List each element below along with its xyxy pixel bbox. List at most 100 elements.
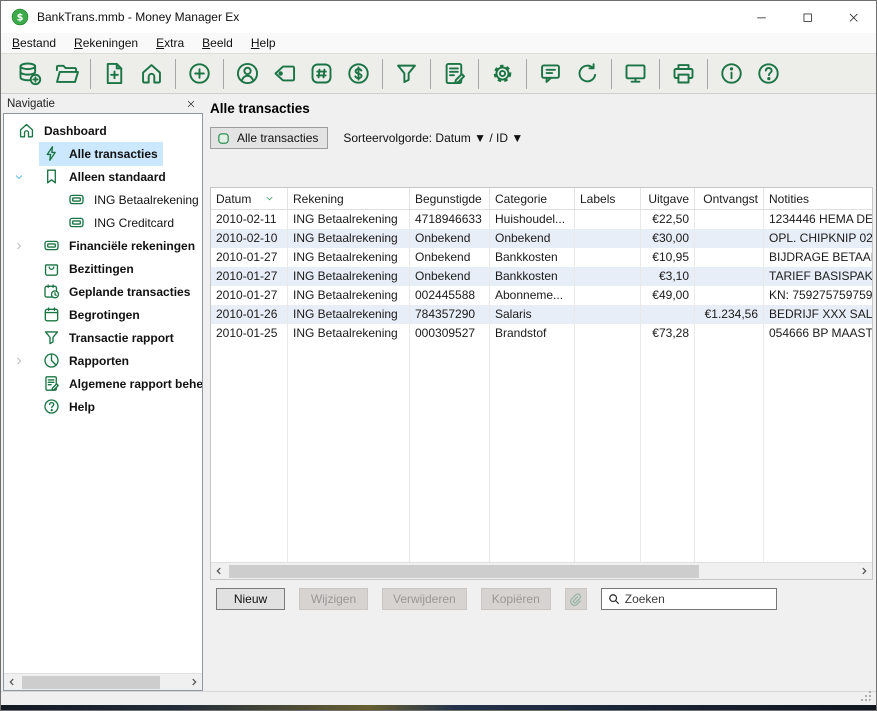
search-input[interactable] — [625, 592, 776, 606]
report-manager-button[interactable] — [436, 57, 473, 91]
verwijderen-button[interactable]: Verwijderen — [382, 588, 467, 610]
sidebar-scroll-track[interactable] — [20, 675, 186, 690]
sidebar-item-label: Help — [69, 400, 95, 414]
sidebar-horizontal-scrollbar[interactable] — [4, 673, 202, 690]
attachment-button[interactable] — [565, 588, 587, 610]
nieuw-button[interactable]: Nieuw — [216, 588, 285, 610]
panel-close-icon[interactable] — [184, 97, 198, 111]
empty-column — [288, 343, 410, 562]
menu-item-bestand[interactable]: Bestand — [3, 33, 65, 53]
cell-uitgave — [641, 305, 695, 324]
sidebar-item-label: Dashboard — [44, 124, 107, 138]
column-header-categorie[interactable]: Categorie — [490, 188, 575, 209]
close-button[interactable] — [830, 1, 876, 33]
currencies-button[interactable] — [340, 57, 377, 91]
transaction-row[interactable]: 2010-01-27ING Betaalrekening002445588Abo… — [211, 286, 872, 305]
cell-rekening: ING Betaalrekening — [288, 267, 410, 286]
scroll-right-icon[interactable] — [186, 675, 202, 690]
feedback-button[interactable] — [532, 57, 569, 91]
categories-button[interactable] — [303, 57, 340, 91]
new-transaction-button[interactable] — [181, 57, 218, 91]
full-screen-button[interactable] — [617, 57, 654, 91]
tree-item-inner: Algemene rapport beheer — [39, 372, 202, 396]
maximize-button[interactable] — [784, 1, 830, 33]
menu-item-help[interactable]: Help — [242, 33, 285, 53]
chevron-down-icon[interactable] — [12, 170, 26, 184]
menu-item-rekeningen[interactable]: Rekeningen — [65, 33, 147, 53]
column-header-notities[interactable]: Notities — [764, 188, 872, 209]
person-icon — [234, 60, 261, 87]
column-header-ontvangst[interactable]: Ontvangst — [695, 188, 764, 209]
tree-item-inner: Begrotingen — [39, 303, 145, 327]
cell-uitgave: €49,00 — [641, 286, 695, 305]
new-file-button[interactable] — [96, 57, 133, 91]
sidebar-scroll-thumb[interactable] — [22, 676, 160, 689]
pie-icon — [41, 351, 61, 371]
sidebar-item-begrotingen[interactable]: Begrotingen — [4, 303, 202, 326]
kopi-ren-button[interactable]: Kopiëren — [481, 588, 551, 610]
sidebar-item-algemene-rapport-beheer[interactable]: Algemene rapport beheer — [4, 372, 202, 395]
chevron-right-icon[interactable] — [12, 354, 26, 368]
print-button[interactable] — [665, 57, 702, 91]
new-database-button[interactable] — [11, 57, 48, 91]
chevron-right-icon[interactable] — [12, 239, 26, 253]
gear-icon — [489, 60, 516, 87]
sidebar-item-financi-le-rekeningen[interactable]: Financiële rekeningen — [4, 234, 202, 257]
desktop-strip — [1, 705, 876, 711]
sidebar-item-rapporten[interactable]: Rapporten — [4, 349, 202, 372]
column-header-label: Datum — [216, 192, 251, 206]
sidebar-item-bezittingen[interactable]: Bezittingen — [4, 257, 202, 280]
sidebar-item-transactie-rapport[interactable]: Transactie rapport — [4, 326, 202, 349]
settings-button[interactable] — [484, 57, 521, 91]
labels-button[interactable] — [266, 57, 303, 91]
transaction-row[interactable]: 2010-01-26ING Betaalrekening784357290Sal… — [211, 305, 872, 324]
sidebar-item-ing-betaalrekening[interactable]: ING Betaalrekening — [4, 188, 202, 211]
cell-rekening: ING Betaalrekening — [288, 286, 410, 305]
cell-notities: TARIEF BASISPAKKE — [764, 267, 872, 286]
open-database-button[interactable] — [48, 57, 85, 91]
about-button[interactable] — [713, 57, 750, 91]
printer-icon — [670, 60, 697, 87]
table-scroll-thumb[interactable] — [229, 565, 699, 578]
column-header-labels[interactable]: Labels — [575, 188, 641, 209]
menu-item-extra[interactable]: Extra — [147, 33, 193, 53]
column-header-datum[interactable]: Datum — [211, 188, 288, 209]
sidebar-item-label: Algemene rapport beheer — [69, 377, 202, 391]
menu-item-beeld[interactable]: Beeld — [193, 33, 242, 53]
resize-grip[interactable] — [870, 700, 872, 702]
transaction-filter-button[interactable] — [388, 57, 425, 91]
scroll-left-icon[interactable] — [211, 564, 227, 579]
tree-item-inner: Alle transacties — [39, 142, 163, 166]
sidebar-item-label: Geplande transacties — [69, 285, 190, 299]
transaction-row[interactable]: 2010-02-11ING Betaalrekening4718946633Hu… — [211, 210, 872, 229]
cell-ontvangst — [695, 210, 764, 229]
sidebar-item-geplande-transacties[interactable]: Geplande transacties — [4, 280, 202, 303]
scroll-left-icon[interactable] — [4, 675, 20, 690]
column-header-begunstigde[interactable]: Begunstigde — [410, 188, 490, 209]
help-button[interactable] — [750, 57, 787, 91]
search-box — [601, 588, 777, 610]
wijzigen-button[interactable]: Wijzigen — [299, 588, 368, 610]
sidebar-item-alleen-standaard[interactable]: Alleen standaard — [4, 165, 202, 188]
table-scroll-track[interactable] — [227, 564, 856, 579]
filter-button[interactable]: Alle transacties — [210, 127, 328, 149]
refresh-button[interactable] — [569, 57, 606, 91]
scroll-right-icon[interactable] — [856, 564, 872, 579]
minimize-button[interactable] — [738, 1, 784, 33]
column-header-rekening[interactable]: Rekening — [288, 188, 410, 209]
sidebar-item-dashboard[interactable]: Dashboard — [4, 119, 202, 142]
transaction-row[interactable]: 2010-01-27ING BetaalrekeningOnbekendBank… — [211, 248, 872, 267]
column-header-uitgave[interactable]: Uitgave — [641, 188, 695, 209]
table-horizontal-scrollbar[interactable] — [211, 562, 872, 579]
sort-order-label[interactable]: Sorteervolgorde: Datum ▼ / ID ▼ — [343, 131, 523, 145]
dashboard-button[interactable] — [133, 57, 170, 91]
transaction-row[interactable]: 2010-01-27ING BetaalrekeningOnbekendBank… — [211, 267, 872, 286]
transaction-row[interactable]: 2010-02-10ING BetaalrekeningOnbekendOnbe… — [211, 229, 872, 248]
sidebar-item-alle-transacties[interactable]: Alle transacties — [4, 142, 202, 165]
transaction-row[interactable]: 2010-01-25ING Betaalrekening000309527Bra… — [211, 324, 872, 343]
sidebar-item-ing-creditcard[interactable]: ING Creditcard — [4, 211, 202, 234]
payees-button[interactable] — [229, 57, 266, 91]
tree-item-inner: Dashboard — [14, 119, 112, 143]
sidebar-item-help[interactable]: Help — [4, 395, 202, 418]
funnel-icon — [41, 328, 61, 348]
